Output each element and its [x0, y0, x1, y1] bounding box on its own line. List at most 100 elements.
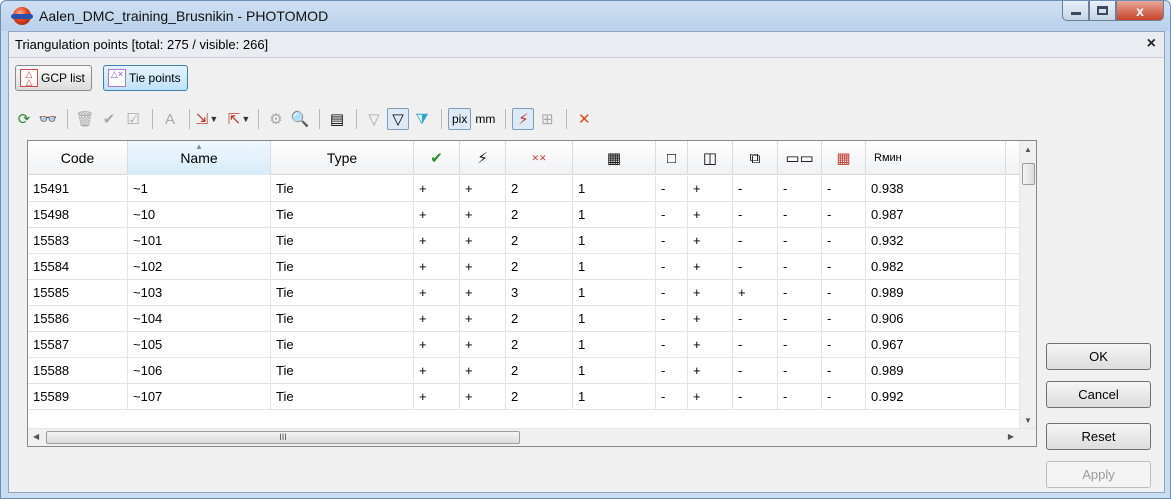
table-cell: 3: [506, 280, 573, 306]
table-row[interactable]: 15586 ~104 Tie + +2 1- + - - -0.906: [28, 306, 1019, 332]
pix-units-toggle[interactable]: pix: [448, 108, 472, 130]
table-row[interactable]: 15585 ~103 Tie + +3 1- + + - -0.989: [28, 280, 1019, 306]
table-row[interactable]: 15589 ~107 Tie + +2 1- + - - -0.992: [28, 384, 1019, 410]
import-points-icon[interactable]: ⇲ ▼: [196, 108, 219, 130]
toolbar-separator: [319, 109, 320, 129]
title-bar[interactable]: Aalen_DMC_training_Brusnikin - PHOTOMOD …: [1, 1, 1170, 31]
table-row[interactable]: 15588 ~106 Tie + +2 1- + - - -0.989: [28, 358, 1019, 384]
accept-all-icon[interactable]: ☑: [122, 108, 144, 130]
zoom-to-point-icon[interactable]: 🔍: [289, 108, 311, 130]
column-header[interactable]: ⚡: [460, 141, 506, 175]
point-settings-icon[interactable]: ⚙: [265, 108, 287, 130]
column-header[interactable]: □: [656, 141, 688, 175]
table-cell: +: [460, 358, 506, 384]
column-header[interactable]: ▦: [822, 141, 866, 175]
table-cell: 1: [573, 202, 656, 228]
filter-settings-icon[interactable]: ⧩: [411, 108, 433, 130]
scroll-up-arrow-icon[interactable]: ▲: [1024, 145, 1032, 154]
table-cell: 0.987: [866, 202, 1006, 228]
scroll-right-arrow-icon[interactable]: ▶: [1008, 432, 1014, 441]
table-cell: ~102: [128, 254, 271, 280]
table-cell: Tie: [271, 358, 414, 384]
table-cell: 15584: [28, 254, 128, 280]
table-cell: -: [656, 254, 688, 280]
column-header[interactable]: ⧉: [733, 141, 778, 175]
delete-trash-icon[interactable]: 🗑: [74, 108, 96, 130]
cancel-button[interactable]: Cancel: [1046, 381, 1151, 408]
column-header-label: Code: [60, 150, 95, 166]
table-cell: +: [414, 176, 460, 202]
red-grid-icon: ▦: [836, 150, 851, 167]
ok-button[interactable]: OK: [1046, 343, 1151, 370]
table-cell: 0.932: [866, 228, 1006, 254]
accept-check-icon[interactable]: ✔: [98, 108, 120, 130]
table-cell: 0.989: [866, 358, 1006, 384]
grid-view-icon[interactable]: ⊞: [536, 108, 558, 130]
table-cell: +: [460, 280, 506, 306]
table-cell: +: [688, 358, 733, 384]
table-cell: 2: [506, 358, 573, 384]
column-header[interactable]: ◫: [688, 141, 733, 175]
table-cell: -: [822, 358, 866, 384]
panel-title: Triangulation points [total: 275 / visib…: [15, 37, 269, 52]
mm-units-toggle[interactable]: mm: [471, 108, 499, 130]
reset-button[interactable]: Reset: [1046, 423, 1151, 450]
rename-points-icon[interactable]: A: [159, 108, 181, 130]
chevron-down-icon: ▼: [209, 114, 219, 124]
table-cell: -: [733, 306, 778, 332]
column-header[interactable]: ▦: [573, 141, 656, 175]
apply-button[interactable]: Apply: [1046, 461, 1151, 488]
tie-points-button[interactable]: △× Tie points: [103, 65, 188, 91]
column-header[interactable]: Code: [28, 141, 128, 175]
maximize-button[interactable]: [1089, 1, 1116, 21]
table-cell: -: [822, 280, 866, 306]
column-header[interactable]: Name ▲: [128, 141, 271, 175]
filter-icon[interactable]: ▽: [363, 108, 385, 130]
minimize-icon: [1070, 12, 1081, 15]
refresh-icon[interactable]: ⟳: [13, 108, 35, 130]
scroll-down-arrow-icon[interactable]: ▼: [1024, 416, 1032, 425]
main-window: Aalen_DMC_training_Brusnikin - PHOTOMOD …: [0, 0, 1171, 499]
table-cell: -: [733, 228, 778, 254]
minimize-button[interactable]: [1062, 1, 1089, 21]
filter-active-icon[interactable]: ▽: [387, 108, 409, 130]
column-header[interactable]: Type: [271, 141, 414, 175]
table-cell: ~104: [128, 306, 271, 332]
column-header[interactable]: Rмин: [866, 141, 1006, 175]
points-table: Code Name ▲ Type ✔ ⚡ ✕✕ ▦ □ ◫ ⧉ ▭▭ ▦ Rмин 15491 ~1 Tie +…: [27, 140, 1037, 447]
clear-markers-icon[interactable]: ✕: [573, 108, 595, 130]
horizontal-scrollbar[interactable]: ◀ III ▶: [28, 428, 1036, 446]
column-header[interactable]: ▭▭: [778, 141, 822, 175]
double-frame-icon: ◫: [702, 150, 718, 167]
table-cell: Tie: [271, 306, 414, 332]
vertical-scrollbar[interactable]: ▲ ▼: [1019, 141, 1036, 429]
table-cell: +: [688, 228, 733, 254]
table-cell: -: [778, 176, 822, 202]
export-points-icon[interactable]: ⇱ ▼: [228, 108, 251, 130]
scroll-left-arrow-icon[interactable]: ◀: [33, 432, 39, 441]
table-row[interactable]: 15583 ~101 Tie + +2 1- + - - -0.932: [28, 228, 1019, 254]
edit-mode-icon[interactable]: ⚡: [512, 108, 535, 130]
table-row[interactable]: 15491 ~1 Tie + +2 1- + - - -0.938: [28, 176, 1019, 202]
horizontal-scroll-thumb[interactable]: III: [46, 431, 520, 444]
column-header[interactable]: ✔: [414, 141, 460, 175]
report-document-icon[interactable]: ▤: [326, 108, 348, 130]
vertical-scroll-thumb[interactable]: [1022, 163, 1035, 185]
table-row[interactable]: 15587 ~105 Tie + +2 1- + - - -0.967: [28, 332, 1019, 358]
table-cell: -: [733, 254, 778, 280]
table-cell: +: [414, 254, 460, 280]
table-cell: +: [460, 332, 506, 358]
close-window-button[interactable]: x: [1116, 1, 1164, 21]
table-cell: ~106: [128, 358, 271, 384]
toolbar-separator: [441, 109, 442, 129]
gcp-list-button[interactable]: △ △ GCP list: [15, 65, 92, 91]
column-header[interactable]: ✕✕: [506, 141, 573, 175]
panel-close-icon[interactable]: ×: [1147, 35, 1156, 53]
table-cell: -: [778, 228, 822, 254]
table-row[interactable]: 15498 ~10 Tie + +2 1- + - - -0.987: [28, 202, 1019, 228]
table-cell: -: [822, 202, 866, 228]
table-cell: -: [822, 176, 866, 202]
find-binoculars-icon[interactable]: 👓: [37, 108, 59, 130]
table-row[interactable]: 15584 ~102 Tie + +2 1- + - - -0.982: [28, 254, 1019, 280]
close-icon: x: [1136, 2, 1144, 19]
